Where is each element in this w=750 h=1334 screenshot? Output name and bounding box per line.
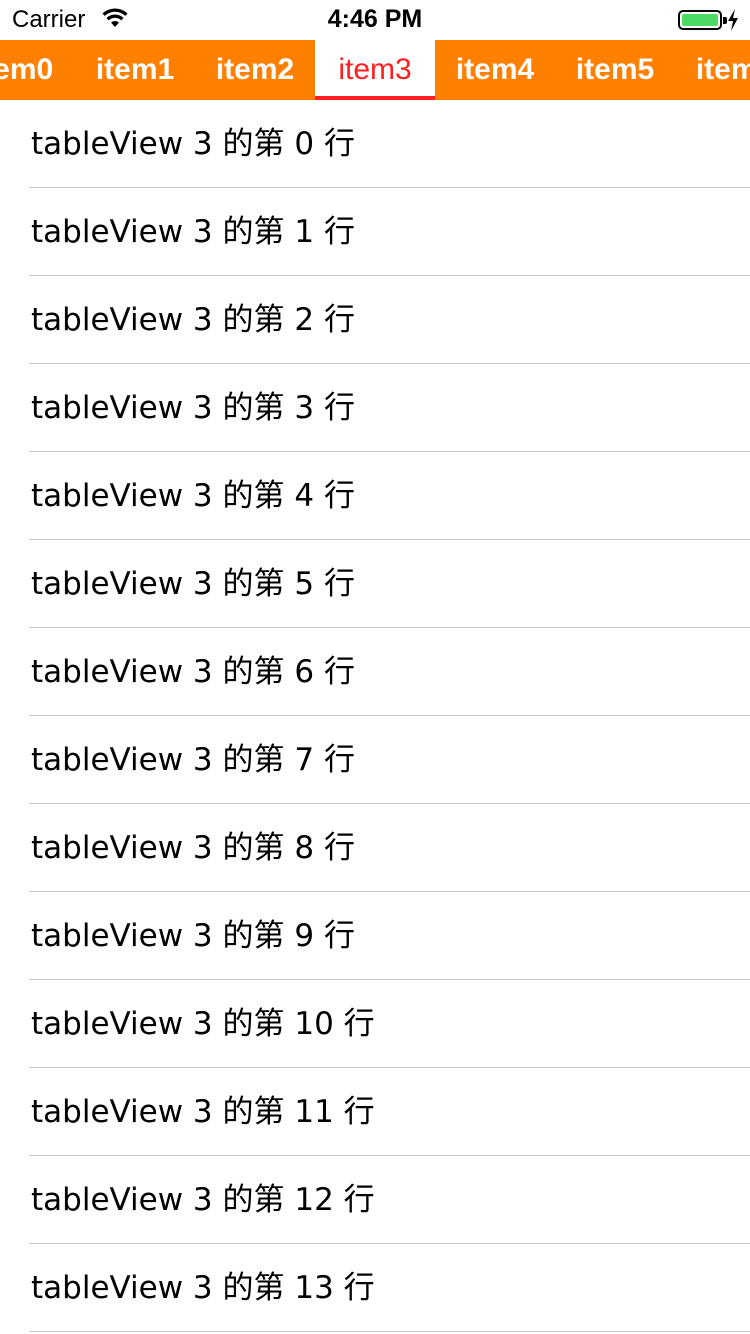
status-bar: Carrier 4:46 PM <box>0 0 750 40</box>
tab-item4[interactable]: item4 <box>435 40 555 100</box>
tab-item3[interactable]: item3 <box>315 40 435 100</box>
table-row[interactable]: tableView 3 的第 8 行 <box>0 804 750 892</box>
row-label: tableView 3 的第 11 行 <box>31 1094 375 1130</box>
tab-item0[interactable]: item0 <box>0 40 74 100</box>
table-row[interactable]: tableView 3 的第 9 行 <box>0 892 750 980</box>
table-row[interactable]: tableView 3 的第 3 行 <box>0 364 750 452</box>
table-row[interactable]: tableView 3 的第 1 行 <box>0 188 750 276</box>
table-row[interactable]: tableView 3 的第 5 行 <box>0 540 750 628</box>
row-label: tableView 3 的第 13 行 <box>31 1270 375 1306</box>
table-row[interactable]: tableView 3 的第 12 行 <box>0 1156 750 1244</box>
table-row[interactable]: tableView 3 的第 6 行 <box>0 628 750 716</box>
row-label: tableView 3 的第 5 行 <box>31 566 355 602</box>
table-row[interactable]: tableView 3 的第 11 行 <box>0 1068 750 1156</box>
row-label: tableView 3 的第 6 行 <box>31 654 355 690</box>
tab-item5[interactable]: item5 <box>555 40 675 100</box>
row-label: tableView 3 的第 9 行 <box>31 918 355 954</box>
clock: 4:46 PM <box>327 5 423 33</box>
row-label: tableView 3 的第 4 行 <box>31 478 355 514</box>
table-row[interactable]: tableView 3 的第 7 行 <box>0 716 750 804</box>
charging-bolt-icon <box>728 9 738 31</box>
battery-icon <box>678 10 727 30</box>
row-label: tableView 3 的第 10 行 <box>31 1006 375 1042</box>
battery-level-fill <box>682 14 718 26</box>
row-label: tableView 3 的第 8 行 <box>31 830 355 866</box>
table-view[interactable]: tableView 3 的第 0 行 tableView 3 的第 1 行 ta… <box>0 100 750 1332</box>
row-label: tableView 3 的第 12 行 <box>31 1182 375 1218</box>
row-separator <box>30 1331 750 1332</box>
row-label: tableView 3 的第 0 行 <box>31 126 355 162</box>
row-label: tableView 3 的第 7 行 <box>31 742 355 778</box>
row-label: tableView 3 的第 2 行 <box>31 302 355 338</box>
table-row[interactable]: tableView 3 的第 2 行 <box>0 276 750 364</box>
segmented-tab-bar: item0 item1 item2 item3 item4 item5 item… <box>0 40 750 100</box>
row-label: tableView 3 的第 1 行 <box>31 214 355 250</box>
table-row[interactable]: tableView 3 的第 4 行 <box>0 452 750 540</box>
table-row[interactable]: tableView 3 的第 13 行 <box>0 1244 750 1332</box>
table-row[interactable]: tableView 3 的第 0 行 <box>0 100 750 188</box>
row-label: tableView 3 的第 3 行 <box>31 390 355 426</box>
table-row[interactable]: tableView 3 的第 10 行 <box>0 980 750 1068</box>
tab-item6[interactable]: item6 <box>675 40 750 100</box>
tab-item1[interactable]: item1 <box>75 40 195 100</box>
tab-item2[interactable]: item2 <box>195 40 315 100</box>
